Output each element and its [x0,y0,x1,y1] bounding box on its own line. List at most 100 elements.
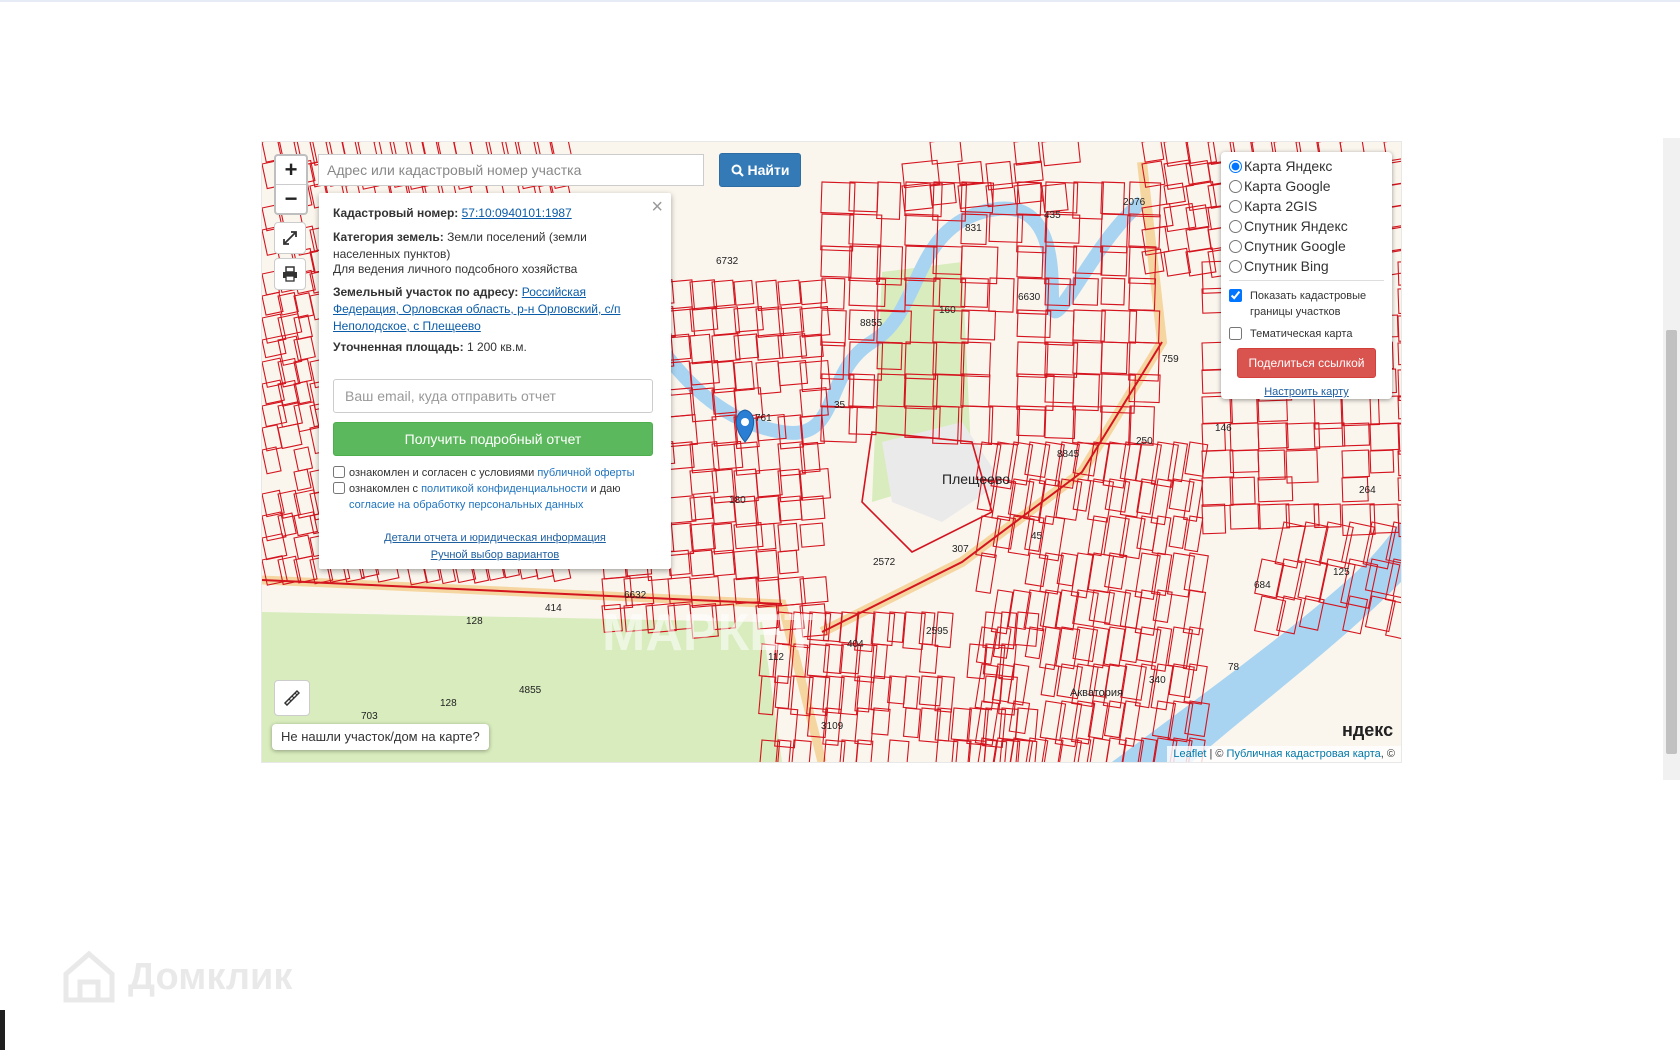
parcel-outline [1397,287,1401,315]
privacy-consent-checkbox[interactable] [333,482,345,494]
parcel-outline [733,549,760,581]
parcel-outline [774,675,792,710]
map-attribution: Leaflet | © Публичная кадастровая карта,… [1167,746,1401,762]
email-field[interactable] [333,379,653,413]
map-label: 8855 [860,318,883,329]
parcel-outline [1072,309,1106,342]
layer-radio[interactable] [1229,240,1242,253]
personal-data-link[interactable]: согласие на обработку персональных данны… [349,499,583,511]
layer-2gis-map[interactable]: Карта 2GIS [1229,196,1317,216]
show-borders-label: Показать кадастровые границы участков [1250,290,1367,318]
parcel-outline [1257,422,1289,450]
layer-radio[interactable] [1229,260,1242,273]
map-label: 404 [847,639,864,650]
parcel-outline [1044,405,1077,440]
parcel-outline [799,279,828,306]
get-report-button[interactable]: Получить подробный отчет [333,422,653,456]
public-offer-link[interactable]: публичной оферты [537,467,634,479]
parcel-outline [790,739,812,762]
parcel-outline [1369,449,1395,474]
parcel-outline [799,333,824,359]
ruler-icon [283,689,300,706]
layer-google-satellite[interactable]: Спутник Google [1229,236,1346,256]
close-icon[interactable]: × [651,197,663,217]
layer-bing-satellite[interactable]: Спутник Bing [1229,256,1329,276]
map-label: 6630 [1018,292,1041,303]
search-button-label: Найти [747,162,790,178]
thematic-map-label: Тематическая карта [1250,328,1353,340]
parcel-outline [755,549,780,582]
parcel-outline [1044,373,1075,404]
cadastral-number-row: Кадастровый номер: 57:10:0940101:1987 [333,205,643,222]
map-label: 250 [1136,436,1153,447]
not-found-button[interactable]: Не нашли участок/дом на карте? [272,724,489,750]
parcel-outline [1119,441,1142,482]
parcel-outline [820,309,847,347]
cadastral-number-label: Кадастровый номер: [333,206,459,220]
layer-radio[interactable] [1229,160,1242,173]
report-details-link[interactable]: Детали отчета и юридическая информация [384,532,606,544]
parcel-outline [886,611,906,643]
address-search-input[interactable] [318,154,704,186]
ruler-button[interactable] [274,680,310,716]
layer-radio[interactable] [1229,180,1242,193]
parcel-outline [1397,341,1401,366]
cadastral-map[interactable]: 28732572Акватория11283175926412888558845… [262,142,1401,762]
parcel-outline [1229,449,1260,474]
parcel-outline [848,405,878,436]
parcel-outline [1184,441,1209,477]
parcel-outline [918,675,943,707]
cadastral-map-link[interactable]: Публичная кадастровая карта [1227,748,1381,760]
offer-consent-checkbox[interactable] [333,466,345,478]
parcel-outline [1100,277,1126,306]
parcel-outline [799,306,831,338]
parcel-outline [1201,395,1233,425]
thematic-map-option[interactable]: Тематическая карта [1229,326,1389,342]
layer-yandex-satellite[interactable]: Спутник Яндекс [1229,216,1348,236]
layer-google-map[interactable]: Карта Google [1229,176,1331,196]
layer-radio[interactable] [1229,220,1242,233]
parcel-outline [777,522,800,553]
parcel-outline [1072,626,1099,663]
fullscreen-button[interactable] [274,222,306,254]
domclick-logo: Домклик [60,948,292,1006]
parcel-outline [1168,478,1195,513]
search-icon [731,164,744,177]
parcel-outline [934,707,952,742]
show-borders-option[interactable]: Показать кадастровые границы участков [1229,288,1389,320]
parcel-outline [293,468,312,492]
area-label: Уточненная площадь: [333,340,464,354]
map-label: 8845 [1057,449,1080,460]
watermark-text: МАРКЕТ [602,604,816,662]
parcel-outline [1024,552,1049,588]
parcel-outline [1071,663,1099,708]
parcel-outline [1257,449,1286,481]
parcel-outline [799,359,831,393]
map-label: Акватория [1070,687,1123,699]
parcel-outline [1056,552,1078,587]
configure-map-link[interactable]: Настроить карту [1221,386,1392,398]
map-label: 684 [1254,580,1271,591]
expand-icon [283,231,297,245]
parcel-outline [262,533,288,561]
search-button[interactable]: Найти [719,153,801,187]
zoom-in-button[interactable]: + [276,156,306,185]
map-label: 128 [440,698,457,709]
privacy-policy-link[interactable]: политикой конфиденциальности [421,483,587,495]
scrollbar-thumb[interactable] [1666,330,1677,754]
layer-label: Спутник Google [1244,238,1346,254]
map-label: 6732 [716,256,739,267]
layer-yandex-map[interactable]: Карта Яндекс [1229,156,1332,176]
leaflet-link[interactable]: Leaflet [1173,748,1206,760]
parcel-outline [998,611,1018,650]
share-link-button[interactable]: Поделиться ссылкой [1237,348,1376,378]
layer-radio[interactable] [1229,200,1242,213]
manual-selection-link[interactable]: Ручной выбор вариантов [431,549,559,561]
print-button[interactable] [274,258,306,290]
show-borders-checkbox[interactable] [1229,289,1242,302]
cadastral-number-link[interactable]: 57:10:0940101:1987 [462,206,572,220]
parcel-outline [1229,476,1256,506]
zoom-out-button[interactable]: − [276,185,306,213]
thematic-map-checkbox[interactable] [1229,327,1242,340]
parcel-outline [277,512,297,537]
